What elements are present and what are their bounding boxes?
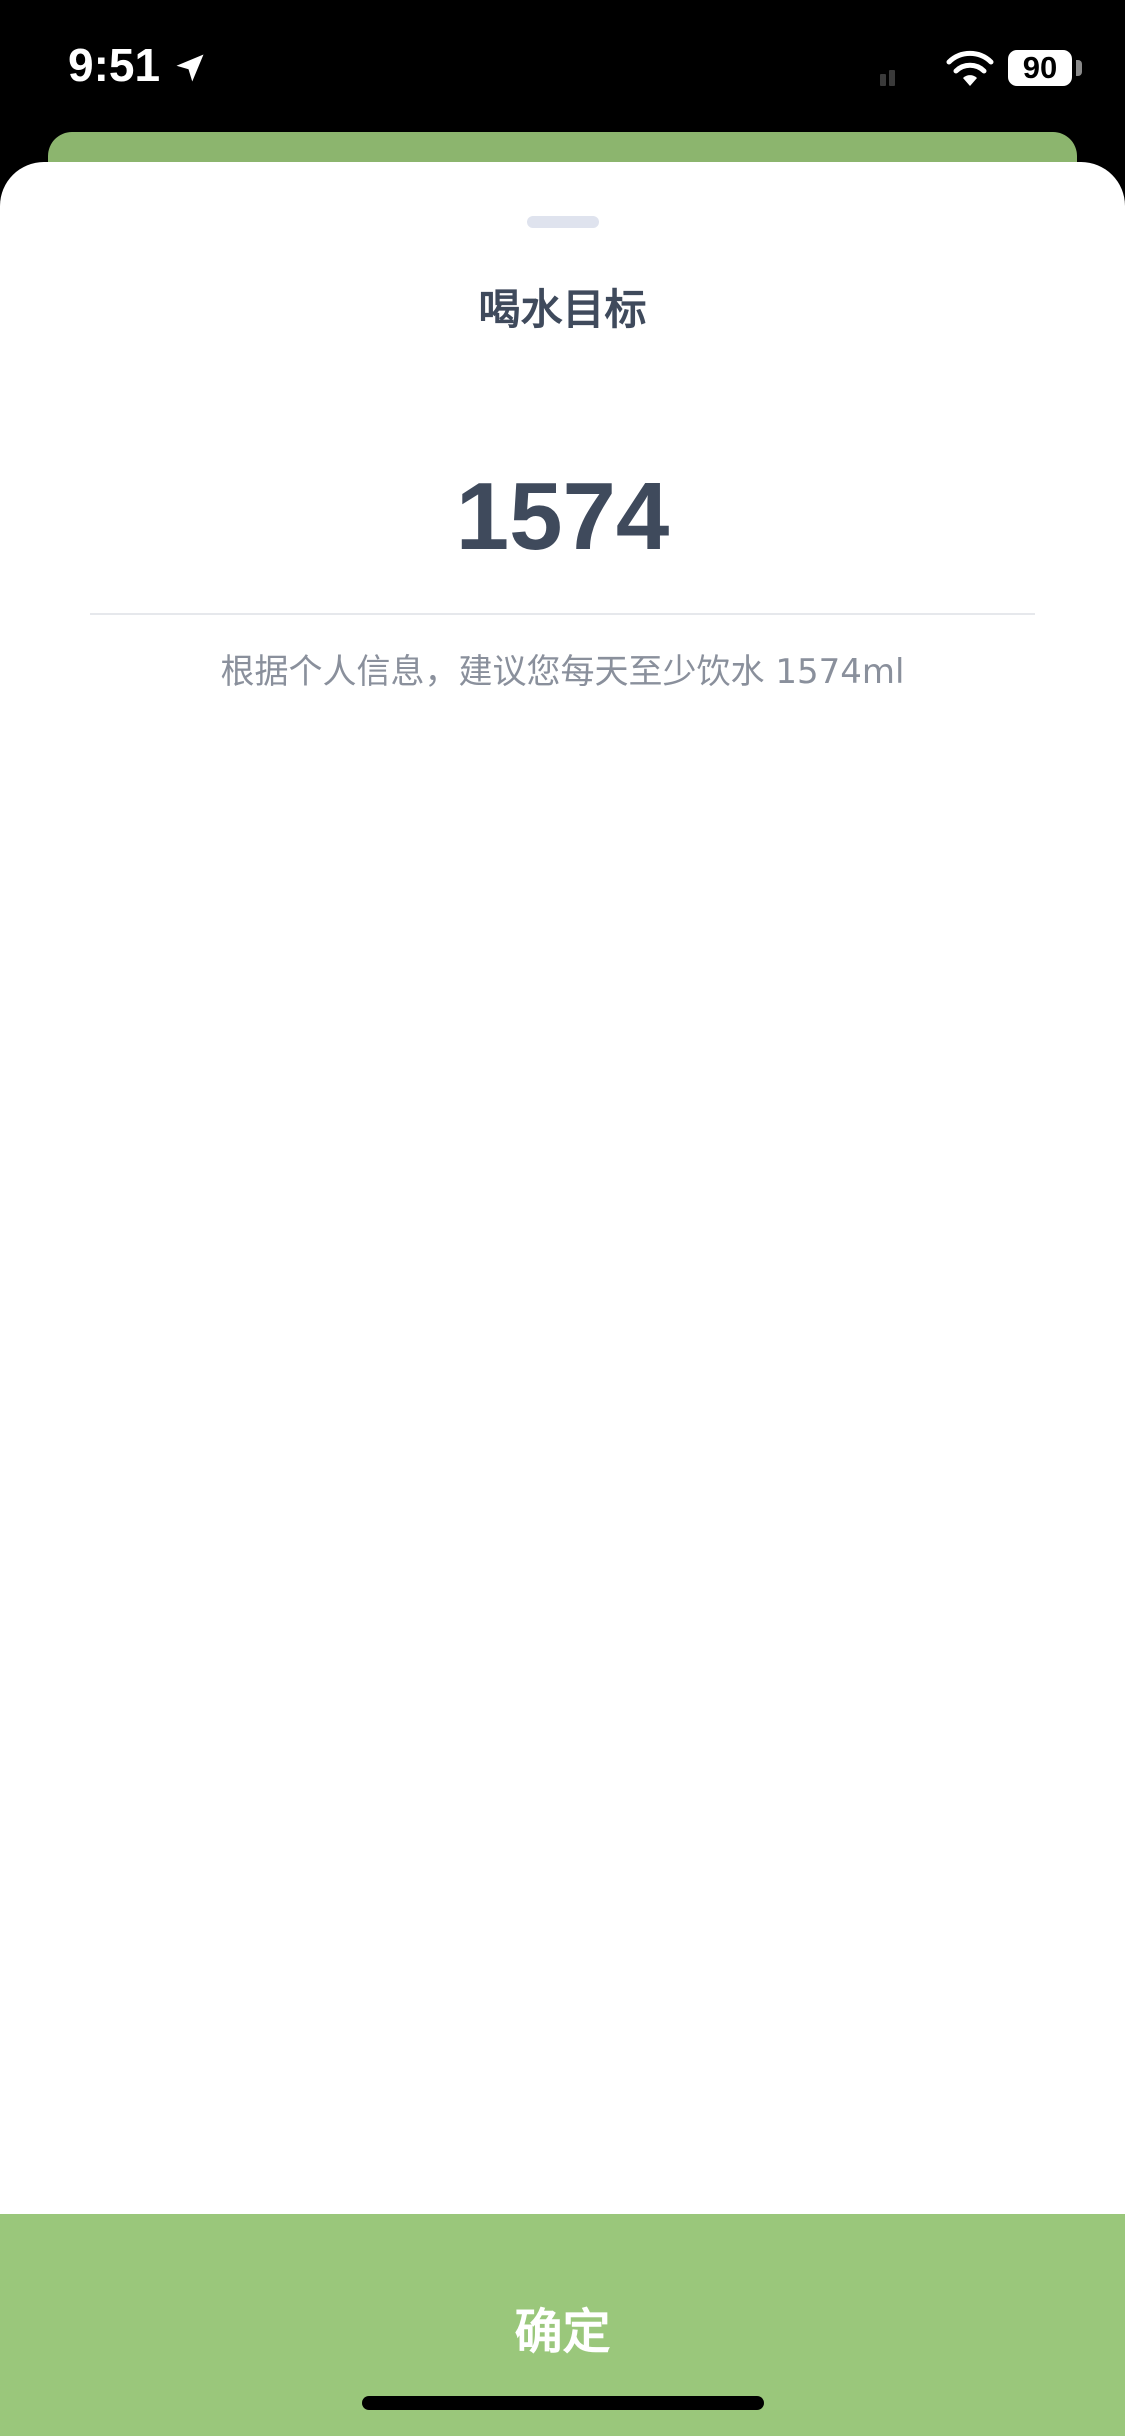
sheet-title: 喝水目标 [478,285,647,334]
status-time: 9:51 [68,39,161,91]
goal-value[interactable]: 1574 [0,462,1125,572]
water-goal-sheet: 喝水目标 1574 根据个人信息，建议您每天至少饮水 1574ml [0,162,1125,2436]
cellular-signal-icon [880,70,895,86]
battery-indicator: 90 [1008,50,1072,86]
home-indicator [362,2396,764,2410]
location-arrow-icon [176,54,204,82]
wifi-icon [946,50,994,86]
divider [90,613,1035,615]
confirm-label: 确定 [514,2306,611,2359]
sheet-grabber[interactable] [527,216,599,228]
status-bar: 9:51 90 [0,0,1125,140]
battery-tip [1076,60,1082,76]
recommendation-hint: 根据个人信息，建议您每天至少饮水 1574ml [220,652,905,692]
